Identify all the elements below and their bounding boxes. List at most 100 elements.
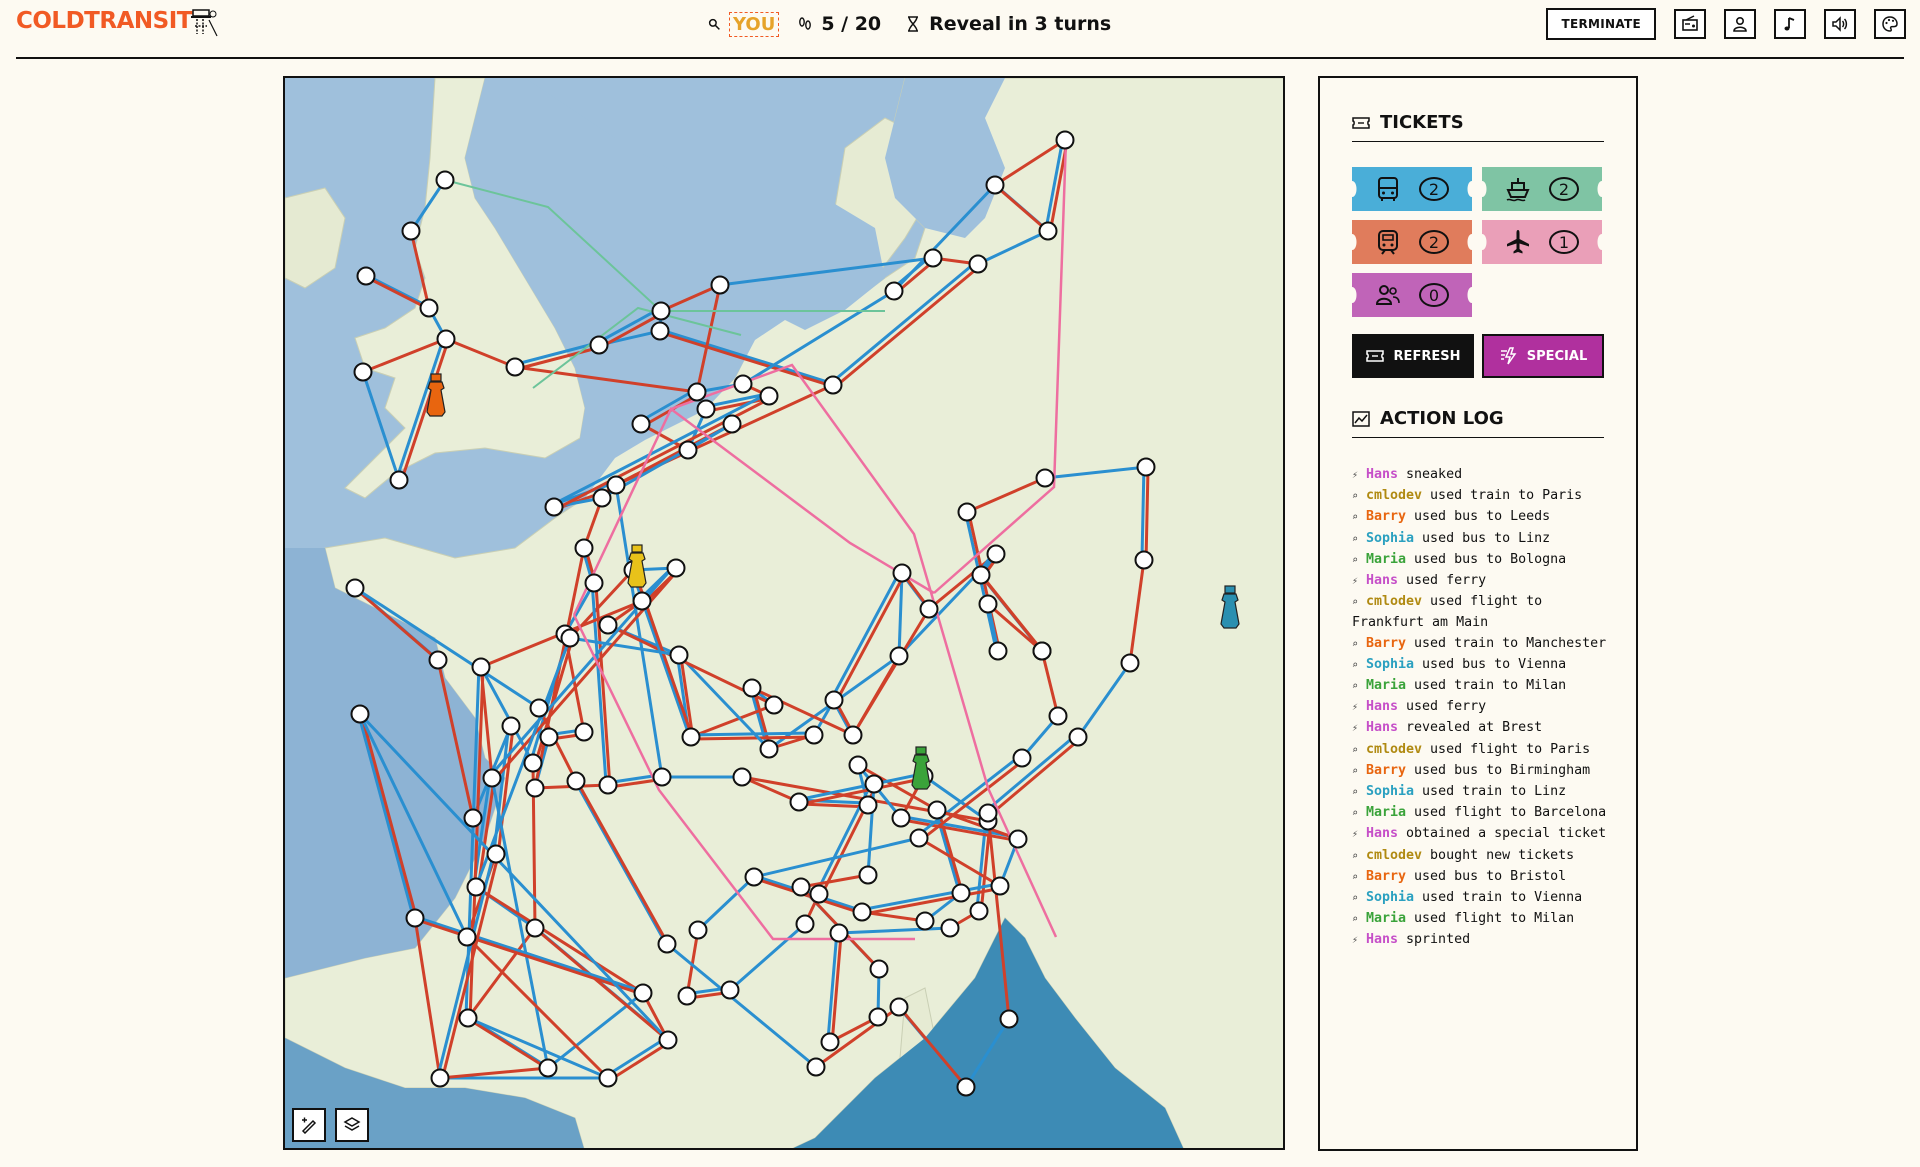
station-node[interactable]: [956, 1077, 976, 1097]
station-node[interactable]: [951, 883, 971, 903]
station-node[interactable]: [419, 298, 439, 318]
station-node[interactable]: [606, 475, 626, 495]
station-node[interactable]: [990, 876, 1010, 896]
station-node[interactable]: [1048, 706, 1068, 726]
station-node[interactable]: [806, 1057, 826, 1077]
station-node[interactable]: [428, 650, 448, 670]
station-node[interactable]: [598, 615, 618, 635]
station-node[interactable]: [353, 362, 373, 382]
draw-tool-button[interactable]: [292, 1108, 326, 1142]
station-node[interactable]: [744, 867, 764, 887]
radio-button[interactable]: [1674, 9, 1706, 39]
station-node[interactable]: [759, 739, 779, 759]
station-node[interactable]: [891, 808, 911, 828]
ferry-ticket[interactable]: 2: [1482, 167, 1602, 211]
station-node[interactable]: [1055, 130, 1075, 150]
station-node[interactable]: [791, 877, 811, 897]
station-node[interactable]: [471, 657, 491, 677]
station-node[interactable]: [501, 716, 521, 736]
station-node[interactable]: [742, 678, 762, 698]
station-node[interactable]: [795, 914, 815, 934]
volume-button[interactable]: [1824, 9, 1856, 39]
station-node[interactable]: [687, 382, 707, 402]
station-node[interactable]: [1120, 653, 1140, 673]
station-node[interactable]: [985, 175, 1005, 195]
station-node[interactable]: [1038, 221, 1058, 241]
station-node[interactable]: [529, 698, 549, 718]
station-node[interactable]: [574, 538, 594, 558]
station-node[interactable]: [589, 335, 609, 355]
station-node[interactable]: [732, 767, 752, 787]
station-node[interactable]: [389, 470, 409, 490]
station-node[interactable]: [666, 558, 686, 578]
station-node[interactable]: [957, 502, 977, 522]
station-node[interactable]: [1035, 468, 1055, 488]
station-node[interactable]: [978, 803, 998, 823]
station-node[interactable]: [458, 1008, 478, 1028]
station-node[interactable]: [574, 722, 594, 742]
station-node[interactable]: [505, 357, 525, 377]
bus-ticket[interactable]: 2: [1352, 167, 1472, 211]
special-button[interactable]: SPECIAL: [1482, 334, 1604, 378]
station-node[interactable]: [889, 646, 909, 666]
station-node[interactable]: [999, 1009, 1019, 1029]
station-node[interactable]: [915, 911, 935, 931]
station-node[interactable]: [525, 918, 545, 938]
station-node[interactable]: [722, 414, 742, 434]
station-node[interactable]: [592, 488, 612, 508]
station-node[interactable]: [345, 578, 365, 598]
station-node[interactable]: [678, 440, 698, 460]
sneak-ticket[interactable]: 0: [1352, 273, 1472, 317]
flight-ticket[interactable]: 1: [1482, 220, 1602, 264]
station-node[interactable]: [486, 844, 506, 864]
station-node[interactable]: [858, 865, 878, 885]
station-node[interactable]: [401, 221, 421, 241]
station-node[interactable]: [940, 918, 960, 938]
station-node[interactable]: [598, 775, 618, 795]
station-node[interactable]: [560, 628, 580, 648]
station-node[interactable]: [544, 497, 564, 517]
station-node[interactable]: [843, 725, 863, 745]
station-node[interactable]: [632, 591, 652, 611]
station-node[interactable]: [633, 983, 653, 1003]
station-node[interactable]: [688, 920, 708, 940]
game-map[interactable]: [283, 76, 1285, 1150]
station-node[interactable]: [652, 767, 672, 787]
station-node[interactable]: [681, 727, 701, 747]
station-node[interactable]: [1008, 829, 1028, 849]
station-node[interactable]: [986, 544, 1006, 564]
station-node[interactable]: [651, 301, 671, 321]
profile-button[interactable]: [1724, 9, 1756, 39]
station-node[interactable]: [988, 641, 1008, 661]
terminate-button[interactable]: TERMINATE: [1546, 8, 1656, 40]
station-node[interactable]: [482, 768, 502, 788]
layers-button[interactable]: [335, 1108, 369, 1142]
station-node[interactable]: [405, 908, 425, 928]
train-ticket[interactable]: 2: [1352, 220, 1472, 264]
station-node[interactable]: [1136, 457, 1156, 477]
station-node[interactable]: [658, 1030, 678, 1050]
station-node[interactable]: [356, 266, 376, 286]
station-node[interactable]: [889, 997, 909, 1017]
station-node[interactable]: [804, 725, 824, 745]
station-node[interactable]: [919, 599, 939, 619]
station-node[interactable]: [909, 828, 929, 848]
station-node[interactable]: [864, 774, 884, 794]
station-node[interactable]: [669, 645, 689, 665]
station-node[interactable]: [566, 771, 586, 791]
station-node[interactable]: [824, 690, 844, 710]
station-node[interactable]: [789, 792, 809, 812]
station-node[interactable]: [968, 254, 988, 274]
europe-map[interactable]: [285, 78, 1285, 1150]
station-node[interactable]: [978, 594, 998, 614]
station-node[interactable]: [852, 902, 872, 922]
station-node[interactable]: [1134, 550, 1154, 570]
station-node[interactable]: [435, 170, 455, 190]
app-logo[interactable]: COLDTRANSIT: [16, 8, 192, 34]
station-node[interactable]: [869, 959, 889, 979]
station-node[interactable]: [584, 573, 604, 593]
station-node[interactable]: [892, 563, 912, 583]
station-node[interactable]: [631, 414, 651, 434]
station-node[interactable]: [657, 934, 677, 954]
station-node[interactable]: [720, 980, 740, 1000]
